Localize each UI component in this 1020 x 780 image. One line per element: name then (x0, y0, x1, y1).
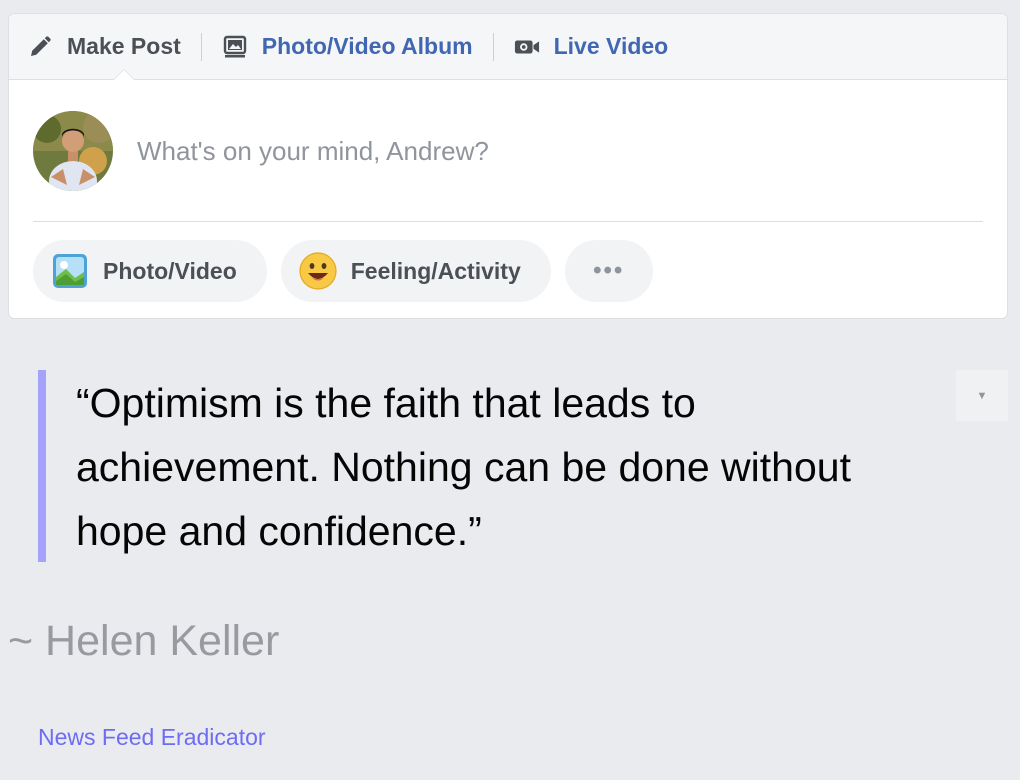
chevron-down-icon: ▼ (976, 389, 988, 402)
tab-separator (492, 32, 494, 61)
feeling-activity-button[interactable]: Feeling/Activity (280, 240, 551, 302)
quote-author: ~ Helen Keller (8, 617, 280, 665)
photo-video-label: Photo/Video (103, 257, 237, 284)
quote-text: “Optimism is the faith that leads to ach… (76, 380, 851, 554)
tab-photo-video-album-label: Photo/Video Album (261, 33, 473, 59)
tab-photo-video-album[interactable]: Photo/Video Album (222, 14, 473, 79)
tab-live-video[interactable]: Live Video (514, 14, 669, 79)
smiley-icon (299, 252, 337, 290)
feeling-activity-label: Feeling/Activity (350, 257, 521, 284)
pencil-icon (27, 34, 53, 60)
photo-icon (51, 252, 89, 290)
post-composer: Make Post Photo/Video Album Live Video W… (8, 13, 1008, 319)
photo-video-button[interactable]: Photo/Video (33, 240, 267, 302)
active-tab-caret (114, 70, 134, 80)
status-input-row (9, 80, 1007, 222)
quote-options-dropdown[interactable]: ▼ (956, 370, 1008, 421)
avatar[interactable] (33, 111, 113, 191)
more-icon: ••• (593, 257, 625, 284)
tab-make-post-label: Make Post (67, 33, 181, 59)
news-feed-eradicator-link[interactable]: News Feed Eradicator (38, 724, 266, 751)
video-camera-icon (514, 34, 540, 60)
more-options-button[interactable]: ••• (564, 240, 653, 302)
tab-live-video-label: Live Video (553, 33, 669, 59)
tab-separator (200, 32, 202, 61)
composer-tabs: Make Post Photo/Video Album Live Video (9, 14, 1007, 80)
photo-album-icon (222, 34, 248, 60)
tab-make-post[interactable]: Make Post (27, 14, 181, 79)
quote-block: “Optimism is the faith that leads to ach… (38, 370, 858, 562)
composer-actions: Photo/Video Feeling/Activity ••• (9, 222, 1007, 302)
composer-divider (33, 221, 983, 222)
status-input[interactable] (137, 135, 937, 167)
